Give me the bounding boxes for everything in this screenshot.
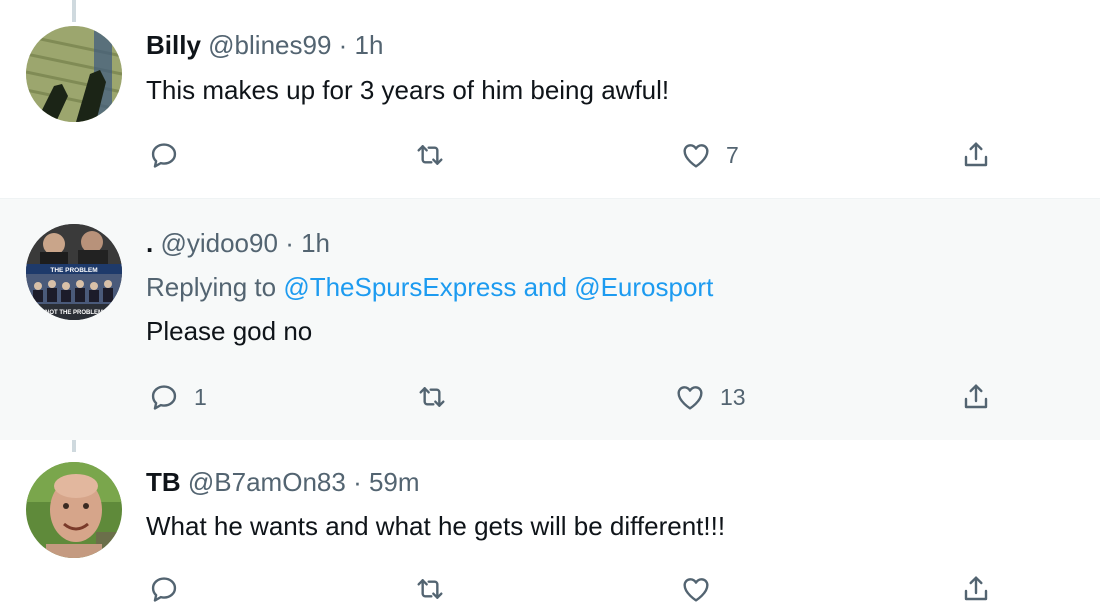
like-count: 7 [726,141,739,168]
user-handle[interactable]: @B7amOn83 [188,467,346,497]
tweet-tb[interactable]: TB @B7amOn83 · 59m What he wants and wha… [0,440,1100,602]
retweet-button[interactable] [416,380,462,414]
retweet-button[interactable] [414,572,446,606]
user-name[interactable]: TB [146,467,181,497]
separator-dot: · [353,467,362,497]
tweet-header: Billy @blines99 · 1h [146,30,383,60]
share-icon [964,142,988,167]
avatar-image: THE PROBLEM NOT THE PROBLEM [26,224,122,320]
reply-icon [151,385,177,410]
like-count: 13 [720,383,746,410]
tweet-yidoo90[interactable]: THE PROBLEM NOT THE PROBLEM . @yidoo90 ·… [0,199,1100,440]
mention-link[interactable]: @TheSpursExpress [283,272,516,302]
reply-button[interactable]: 1 [148,380,207,414]
retweet-icon [419,387,445,407]
share-button[interactable] [960,380,992,414]
avatar-caption-top: THE PROBLEM [50,267,97,274]
tweet-billy[interactable]: Billy @blines99 · 1h This makes up for 3… [0,0,1100,199]
tweet-text: What he wants and what he gets will be d… [146,511,726,541]
replying-to-prefix: Replying to [146,272,284,302]
timestamp[interactable]: 1h [301,228,330,258]
share-icon [964,384,988,409]
reply-button[interactable] [148,138,194,172]
replying-to: Replying to @TheSpursExpress and @Eurosp… [146,272,713,302]
separator-dot: · [285,228,294,258]
user-handle[interactable]: @blines99 [208,30,331,60]
share-button[interactable] [960,572,992,606]
reply-button[interactable] [148,572,180,606]
avatar[interactable]: THE PROBLEM NOT THE PROBLEM [26,224,122,320]
replying-to-and: and [516,272,575,302]
heart-icon [677,386,703,410]
share-button[interactable] [960,138,992,172]
reply-count: 1 [194,383,207,410]
tweet-header: TB @B7amOn83 · 59m [146,467,420,497]
avatar[interactable] [26,462,122,558]
like-button[interactable]: 13 [674,380,746,414]
avatar-image [26,462,122,558]
user-name[interactable]: Billy [146,30,201,60]
separator-dot: · [338,30,348,60]
heart-icon [683,144,709,168]
tweet-text: Please god no [146,316,313,346]
mention-link[interactable]: @Eurosport [574,272,713,302]
retweet-button[interactable] [414,138,460,172]
avatar-image [26,26,122,122]
avatar-caption-bottom: NOT THE PROBLEM [45,310,103,316]
tweet-header: . @yidoo90 · 1h [146,228,330,258]
timestamp[interactable]: 1h [355,30,384,60]
avatar[interactable] [26,26,122,122]
tweet-text: This makes up for 3 years of him being a… [146,75,670,105]
user-handle[interactable]: @yidoo90 [160,228,277,258]
reply-icon [151,143,177,168]
user-name[interactable]: . [146,228,153,258]
like-button[interactable]: 7 [680,138,739,172]
timestamp[interactable]: 59m [369,467,420,497]
retweet-icon [417,145,443,165]
like-button[interactable] [680,572,712,606]
